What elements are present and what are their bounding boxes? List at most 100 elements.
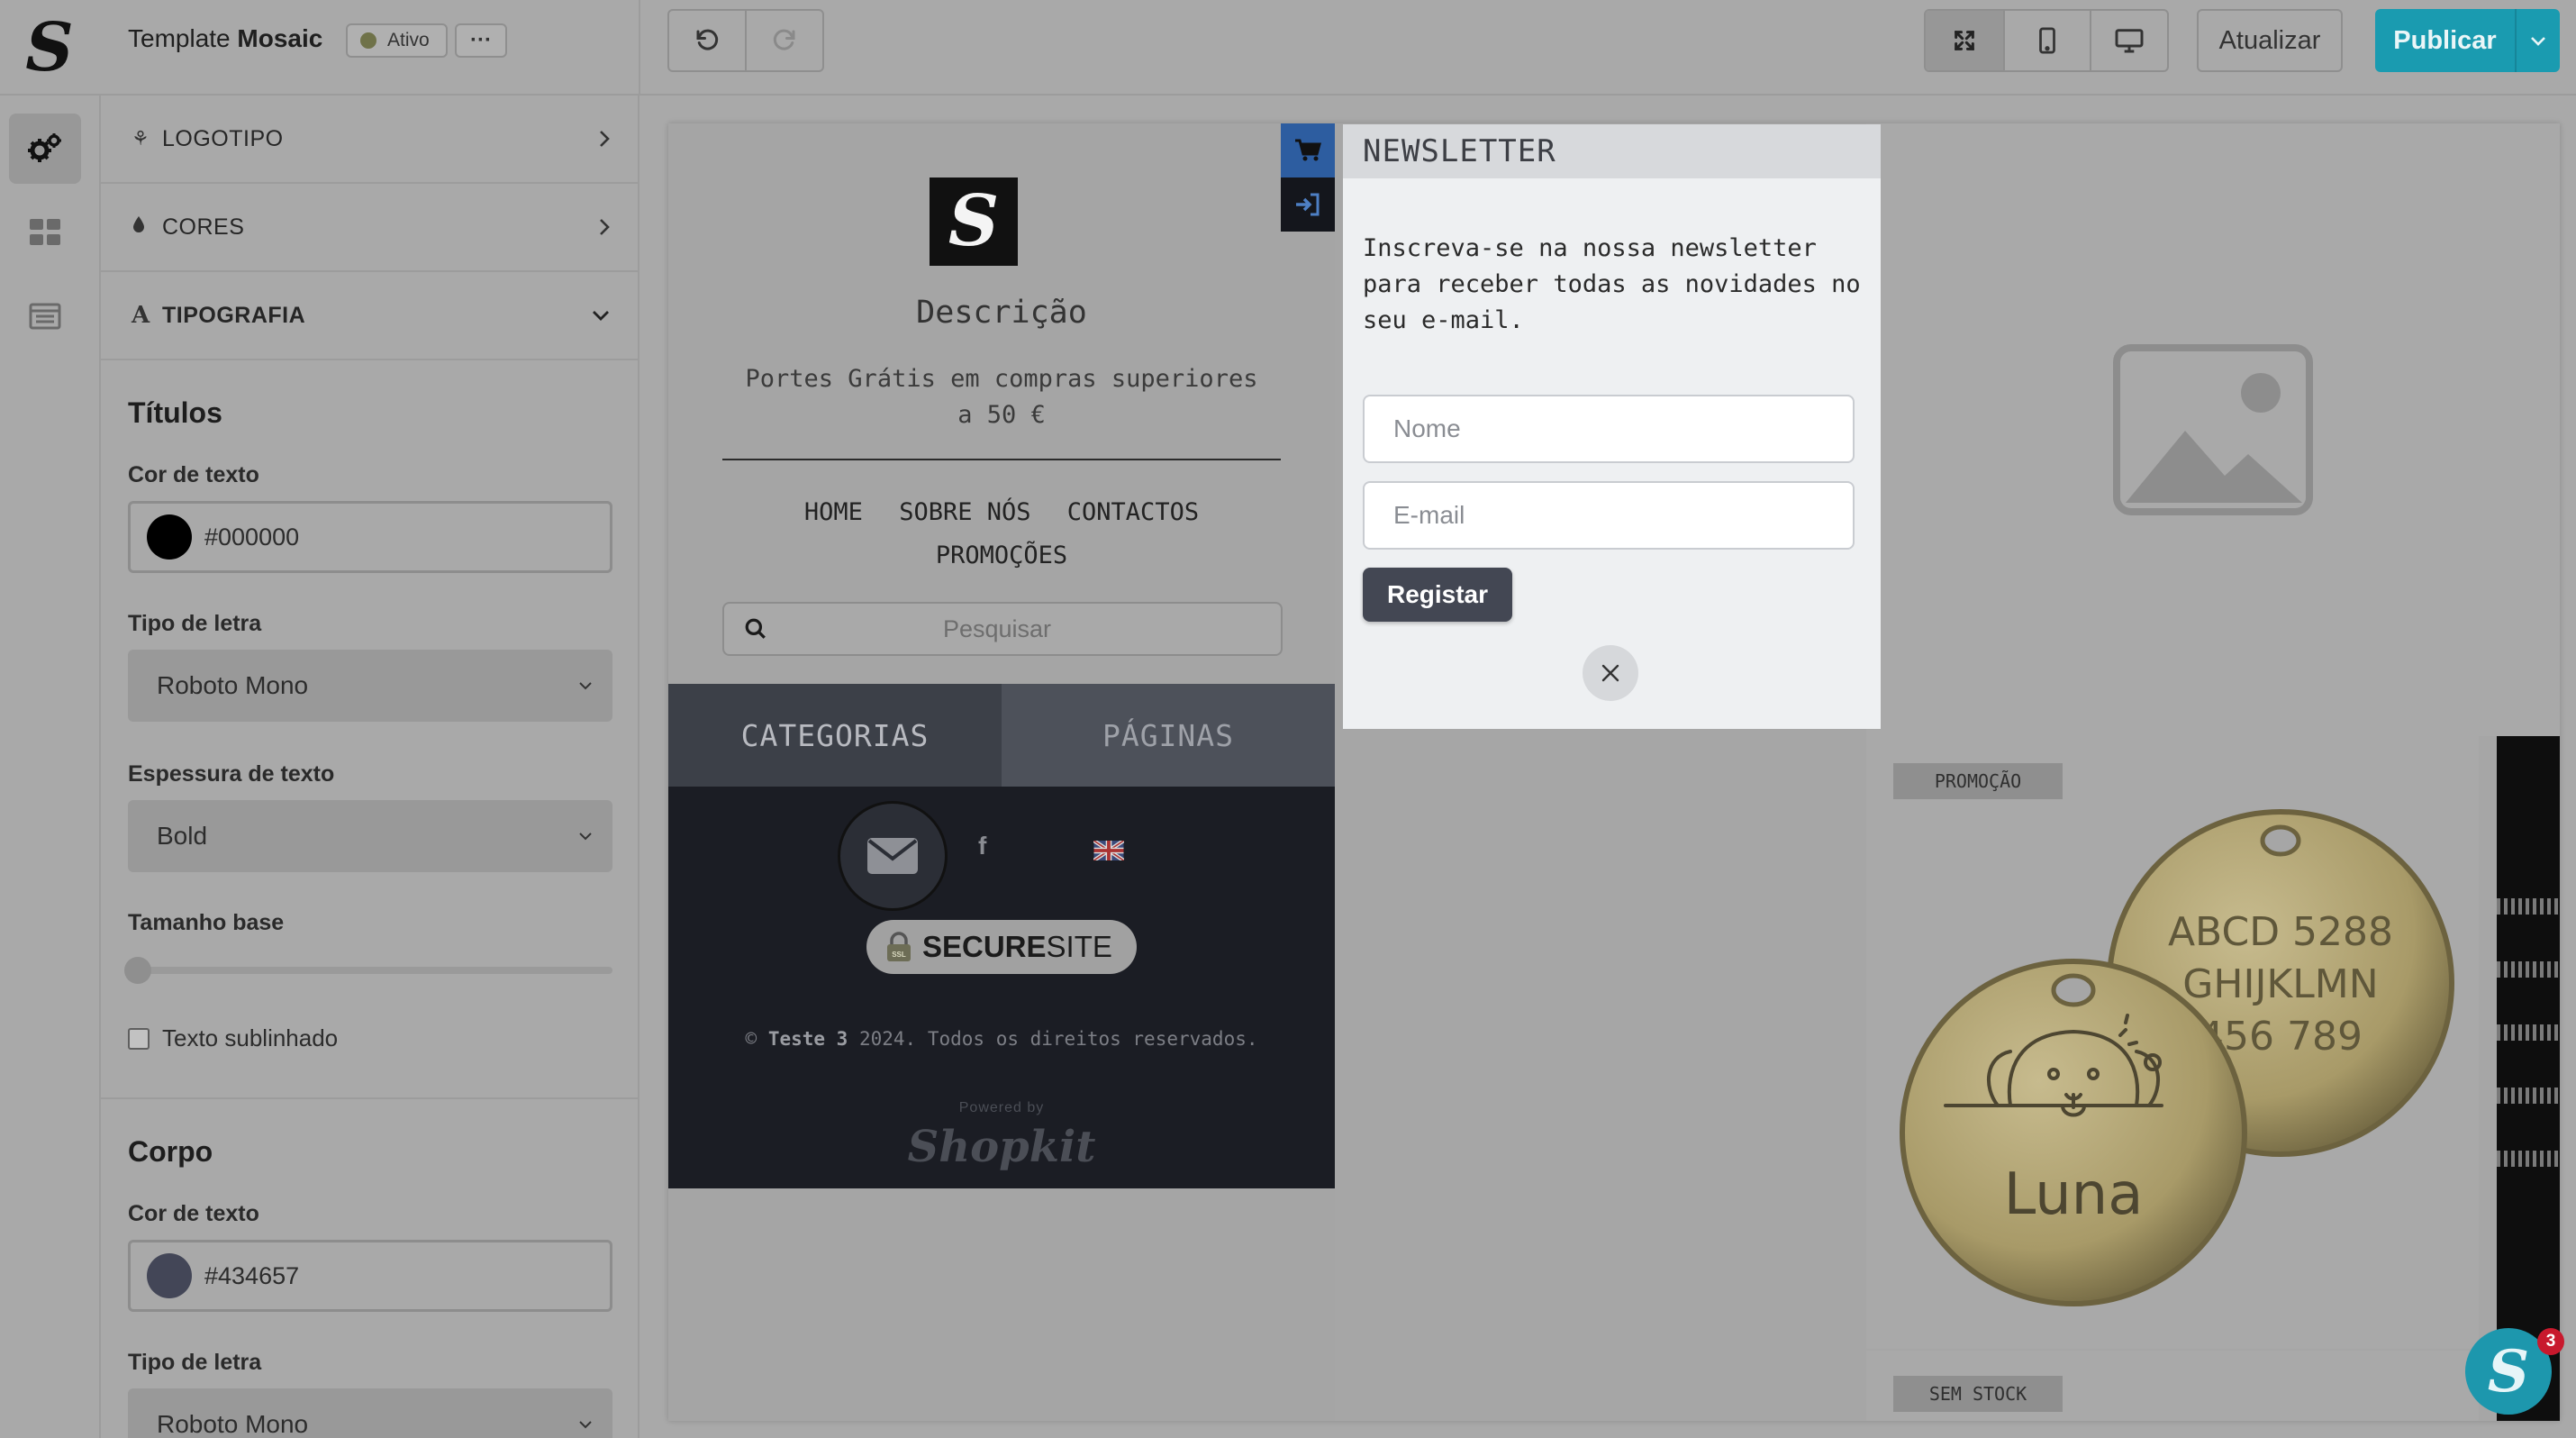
uk-flag-icon[interactable] [1093, 841, 1124, 860]
status-dot [360, 32, 376, 49]
shopkit-logo[interactable]: Shopkit [668, 1122, 1335, 1172]
mobile-view-button[interactable] [2003, 11, 2090, 70]
tag-engraving-line: ABCD 5288 [2168, 909, 2393, 955]
accordion-logotipo[interactable]: ⚘ LOGOTIPO [101, 96, 638, 184]
nav-promotions[interactable]: PROMOÇÕES [936, 542, 1067, 569]
status-badge: Ativo [346, 23, 448, 58]
product-card-partial[interactable] [2497, 736, 2560, 1421]
register-label: Registar [1386, 580, 1489, 608]
store-nav: HOME SOBRE NÓS CONTACTOS PROMOÇÕES [758, 491, 1245, 578]
accordion-cores[interactable]: CORES [101, 184, 638, 272]
tab-label: PÁGINAS [1102, 717, 1235, 753]
product-card[interactable]: PROMOÇÃO ABCD 5288 GHIJKLMN 456 789 Luna [1866, 736, 2479, 1349]
product-image [2497, 1151, 2560, 1167]
color-value: #000000 [204, 523, 300, 551]
nav-contacts[interactable]: CONTACTOS [1067, 498, 1199, 526]
mobile-icon [2039, 27, 2055, 54]
product-image: ABCD 5288 GHIJKLMN 456 789 Luna [1900, 809, 2454, 1306]
title-color-input[interactable]: #000000 [128, 501, 612, 573]
redo-button[interactable] [745, 11, 822, 70]
register-button[interactable]: Registar [1363, 568, 1512, 622]
promo-badge: PROMOÇÃO [1893, 763, 2063, 799]
store-logo[interactable]: S [930, 177, 1018, 266]
desktop-view-button[interactable] [2090, 11, 2167, 70]
nav-about[interactable]: SOBRE NÓS [899, 498, 1030, 526]
chevron-down-icon [579, 682, 592, 690]
section-title: Títulos [128, 396, 222, 429]
title-weight-select[interactable]: Bold [128, 800, 612, 872]
template-title-prefix: Template [128, 24, 231, 52]
gears-icon [28, 133, 61, 162]
publish-dropdown-button[interactable] [2515, 9, 2560, 72]
tab-label: CATEGORIAS [740, 717, 930, 753]
publish-label: Publicar [2393, 25, 2497, 55]
rail-pages[interactable] [9, 281, 81, 351]
out-of-stock-badge: SEM STOCK [1893, 1376, 2063, 1412]
fullscreen-view-button[interactable] [1926, 11, 2003, 70]
shipping-notice: Portes Grátis em compras superiores a 50… [745, 365, 1258, 429]
field-label: Tipo de letra [128, 611, 262, 636]
field-label: Cor de texto [128, 462, 259, 487]
expand-icon [1955, 31, 1974, 50]
chevron-down-icon [579, 833, 592, 841]
store-sidebar: S Descrição Portes Grátis em compras sup… [668, 123, 1335, 1421]
tag-engraving-line: GHIJKLMN [2182, 961, 2378, 1007]
newsletter-email-input[interactable]: E-mail [1363, 481, 1855, 550]
title-font-select[interactable]: Roboto Mono [128, 650, 612, 722]
settings-panel: ⚘ LOGOTIPO CORES A TIPOGRAFIA Títulos Co… [101, 96, 639, 1438]
store-side-tabs [1281, 123, 1335, 232]
section-title: Corpo [128, 1135, 213, 1168]
history-controls [667, 9, 824, 72]
rail-settings[interactable] [9, 114, 81, 184]
device-switcher [1924, 9, 2169, 72]
color-swatch[interactable] [147, 1253, 192, 1298]
close-button[interactable] [1583, 645, 1638, 701]
body-font-select[interactable]: Roboto Mono [128, 1388, 612, 1438]
grid-icon [30, 219, 60, 245]
app-logo[interactable]: S [0, 0, 99, 96]
input-placeholder: Nome [1393, 414, 1461, 442]
store-search[interactable]: Pesquisar [722, 602, 1283, 656]
field-label: Cor de texto [128, 1201, 259, 1226]
product-card[interactable]: SEM STOCK [1866, 1351, 2479, 1421]
login-button[interactable] [1281, 177, 1335, 232]
copyright: © Teste 3 2024. Todos os direitos reserv… [668, 1028, 1335, 1050]
rail-layout[interactable] [9, 197, 81, 268]
product-image [2497, 898, 2560, 915]
underline-checkbox[interactable] [128, 1027, 150, 1050]
more-icon: ··· [470, 28, 492, 52]
base-size-slider[interactable] [124, 957, 612, 984]
copyright-text: 2024. Todos os direitos reservados. [858, 1028, 1258, 1050]
nav-home[interactable]: HOME [804, 498, 863, 526]
publish-button[interactable]: Publicar [2375, 9, 2560, 72]
typography-icon: A [132, 302, 150, 329]
template-name: Mosaic [237, 24, 323, 52]
more-options-button[interactable]: ··· [455, 23, 507, 58]
update-button[interactable]: Atualizar [2197, 9, 2343, 72]
newsletter-name-input[interactable]: Nome [1363, 395, 1855, 463]
titles-section: Títulos Cor de texto #000000 Tipo de let… [101, 396, 638, 1052]
product-image [2497, 1088, 2560, 1104]
chevron-right-icon [600, 131, 610, 147]
cart-button[interactable] [1281, 123, 1335, 177]
body-color-input[interactable]: #434657 [128, 1240, 612, 1312]
accordion-label: LOGOTIPO [162, 125, 284, 151]
slider-handle[interactable] [124, 957, 151, 984]
undo-button[interactable] [669, 11, 745, 70]
facebook-icon[interactable]: f [978, 832, 986, 860]
search-icon [745, 618, 766, 639]
tab-categories[interactable]: CATEGORIAS [668, 684, 1002, 787]
secure-site-badge: SSL SECURESITE [866, 920, 1137, 974]
newsletter-button[interactable] [838, 801, 948, 911]
tab-pages[interactable]: PÁGINAS [1002, 684, 1335, 787]
chevron-down-icon [579, 1421, 592, 1429]
divider [101, 1097, 638, 1099]
desktop-icon [2115, 29, 2144, 53]
list-icon [29, 303, 61, 330]
accordion-tipografia[interactable]: A TIPOGRAFIA [101, 272, 638, 360]
ssl-lock-icon: SSL [887, 932, 911, 961]
underline-checkbox-row[interactable]: Texto sublinhado [128, 1024, 611, 1052]
sign-in-icon [1296, 193, 1320, 216]
icon-rail [0, 96, 101, 1438]
color-swatch[interactable] [147, 514, 192, 560]
